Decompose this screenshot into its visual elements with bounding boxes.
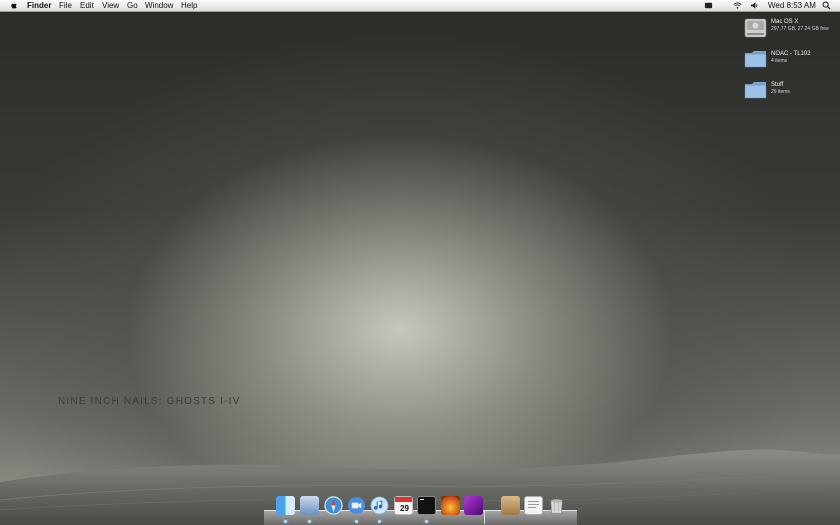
finder-icon[interactable]	[276, 496, 295, 515]
menu-app-name[interactable]: Finder	[27, 1, 51, 10]
dock: 29	[264, 493, 577, 525]
spotlight-icon[interactable]	[822, 1, 831, 10]
running-indicator	[378, 520, 381, 523]
running-indicator	[308, 520, 311, 523]
purple-app-icon[interactable]	[464, 496, 483, 515]
desktop[interactable]: NINE INCH NAILS: GHOSTS I-IV Finder File…	[0, 0, 840, 525]
documents-stack-icon[interactable]	[501, 496, 520, 515]
menu-help[interactable]: Help	[181, 1, 197, 10]
folder-icon	[744, 51, 767, 68]
text-file-icon[interactable]	[524, 496, 543, 515]
desktop-icon-info: 297.77 GB, 27.24 GB free	[771, 26, 829, 32]
photo-booth-icon[interactable]	[441, 496, 460, 515]
calendar-date: 29	[400, 504, 409, 513]
menu-bar: Finder File Edit View Go Window Help Wed…	[0, 0, 840, 12]
running-indicator	[355, 520, 358, 523]
ical-icon[interactable]: 29	[394, 496, 413, 515]
wallpaper-text: NINE INCH NAILS: GHOSTS I-IV	[58, 396, 241, 407]
menu-go[interactable]: Go	[127, 1, 138, 10]
menu-clock[interactable]: Wed 8:53 AM	[768, 1, 816, 10]
safari-icon[interactable]	[324, 496, 343, 515]
terminal-icon[interactable]	[417, 496, 436, 515]
desktop-icon-info: 4 items	[771, 58, 788, 64]
time-machine-icon[interactable]	[704, 1, 713, 10]
running-indicator	[284, 520, 287, 523]
itunes-icon[interactable]	[370, 496, 389, 515]
preview-icon[interactable]	[300, 496, 319, 515]
wifi-icon[interactable]	[733, 1, 742, 10]
hard-drive-icon	[744, 18, 767, 38]
menu-view[interactable]: View	[102, 1, 119, 10]
desktop-icon-label: Mac OS X	[771, 19, 799, 25]
menu-edit[interactable]: Edit	[80, 1, 94, 10]
running-indicator	[425, 520, 428, 523]
desktop-icon-info: 29 items	[771, 89, 790, 95]
desktop-icon-label: Stuff	[771, 82, 784, 88]
menu-window[interactable]: Window	[145, 1, 173, 10]
volume-icon[interactable]	[750, 1, 759, 10]
folder-icon	[744, 82, 767, 99]
menu-file[interactable]: File	[59, 1, 72, 10]
dock-separator	[484, 511, 485, 524]
ichat-icon[interactable]	[347, 496, 366, 515]
trash-icon[interactable]	[547, 496, 566, 515]
apple-menu-icon[interactable]	[9, 1, 18, 10]
desktop-icon-label: NOAC - TL102	[771, 51, 811, 57]
